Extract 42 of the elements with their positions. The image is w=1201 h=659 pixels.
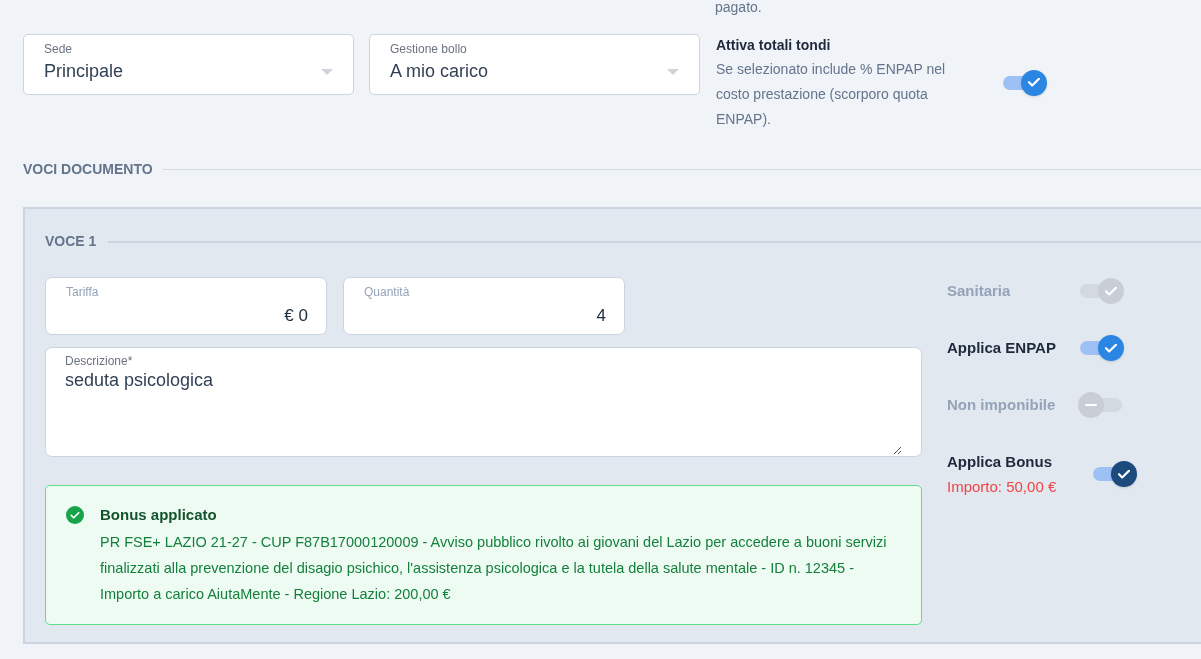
field-value: Principale <box>44 60 125 83</box>
toggle-knob[interactable] <box>1098 335 1124 361</box>
resize-handle-icon[interactable] <box>894 447 901 454</box>
description-field[interactable]: Descrizione* seduta psicologica <box>45 347 922 457</box>
check-icon <box>1118 469 1130 479</box>
option-description: Se selezionato include % ENPAP nel costo prestazione (scorporo quota ENPAP). <box>716 60 947 129</box>
section-title: VOCI DOCUMENTO <box>23 160 153 179</box>
caret-icon <box>667 69 679 75</box>
toggle-knob[interactable] <box>1111 461 1137 487</box>
toggle-label: Sanitaria <box>947 281 1012 301</box>
toggle-switch[interactable] <box>1091 461 1137 487</box>
toggle-label: Applica Bonus <box>947 452 1053 472</box>
check-icon <box>1105 343 1117 353</box>
option-title: Attiva totali tondi <box>716 36 832 55</box>
alert-text: PR FSE+ LAZIO 21-27 - CUP F87B17000120009 - Avviso pubblico rivolto ai giovani del Lazio per accedere a buoni servizi finalizzati alla prevenzione del disagio psichico, l'assistenza psicologica e la tutela della salute mentale - ID n. 12345 - Importo a carico AiutaMente - Regione Lazio: 200,00 € <box>100 533 888 604</box>
field-value: 4 <box>595 305 606 327</box>
field-label: Tariffa <box>66 285 100 299</box>
text-fragment: pagato. <box>715 0 762 14</box>
alert-title: Bonus applicato <box>100 505 218 525</box>
check-icon <box>1105 286 1117 296</box>
check-icon <box>1028 78 1040 87</box>
field-value: seduta psicologica <box>65 369 215 391</box>
field-label: Gestione bollo <box>390 42 468 56</box>
minus-icon <box>1085 404 1097 406</box>
field-value: € 0 <box>283 305 308 327</box>
toggle-switch[interactable] <box>1078 335 1124 361</box>
toggle-knob[interactable] <box>1021 69 1047 96</box>
field-label: Quantità <box>364 285 411 299</box>
toggle-label: Non imponibile <box>947 395 1057 415</box>
input-field[interactable]: Tariffa € 0 <box>45 277 327 335</box>
toggle-switch[interactable] <box>1001 69 1047 96</box>
check-circle-icon <box>66 506 84 524</box>
field-label: Sede <box>44 42 74 56</box>
dropdown-field[interactable]: Gestione bollo A mio carico <box>369 34 700 95</box>
field-value: A mio carico <box>390 60 490 83</box>
caret-icon <box>321 69 333 75</box>
toggle-label: Applica ENPAP <box>947 338 1057 358</box>
amount-text: Importo: 50,00 € <box>947 477 1058 497</box>
dropdown-field[interactable]: Sede Principale <box>23 34 354 95</box>
field-label: Descrizione* <box>65 354 134 368</box>
input-field[interactable]: Quantità 4 <box>343 277 625 335</box>
item-title: VOCE 1 <box>45 232 97 251</box>
